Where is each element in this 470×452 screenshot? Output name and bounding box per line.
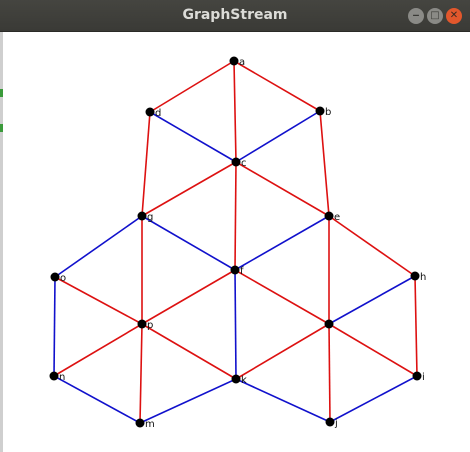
node-label-j: j <box>334 418 338 429</box>
node-m[interactable] <box>135 418 145 428</box>
edge-e-h <box>328 215 416 277</box>
node-label-c: c <box>241 158 247 169</box>
edge-c-g <box>141 161 237 217</box>
node-j[interactable] <box>325 417 335 427</box>
node-o[interactable] <box>50 272 60 282</box>
edge-f-l <box>234 269 330 325</box>
edge-j-i <box>329 375 418 423</box>
node-label-a: a <box>239 57 245 68</box>
minimize-button[interactable]: ‒ <box>408 8 424 24</box>
close-button[interactable]: ✕ <box>446 8 462 24</box>
node-label-o: o <box>60 273 66 284</box>
node-label-h: h <box>420 272 426 283</box>
node-e[interactable] <box>324 211 334 221</box>
edge-o-p <box>54 276 143 325</box>
edge-a-d <box>149 60 235 113</box>
edge-p-n <box>53 323 143 377</box>
node-label-b: b <box>325 107 331 118</box>
edge-n-m <box>53 375 141 424</box>
edge-c-f <box>234 161 237 271</box>
edge-c-e <box>235 161 330 217</box>
edge-m-k <box>139 378 237 424</box>
edge-a-b <box>233 60 321 112</box>
edge-h-l <box>328 275 416 325</box>
nodes-layer: a b c d e f g h i j k m n o p <box>49 56 426 430</box>
edge-f-k <box>234 269 237 380</box>
node-label-i: i <box>422 372 425 383</box>
edge-l-k <box>235 323 330 380</box>
node-p[interactable] <box>137 319 147 329</box>
node-label-n: n <box>59 372 65 383</box>
node-n[interactable] <box>49 371 59 381</box>
edge-k-j <box>235 378 331 423</box>
node-label-p: p <box>147 320 153 331</box>
node-f[interactable] <box>230 265 240 275</box>
node-c[interactable] <box>231 157 241 167</box>
node-label-e: e <box>334 212 340 223</box>
edge-b-e <box>319 110 330 217</box>
node-label-g: g <box>147 212 153 223</box>
node-label-m: m <box>145 419 155 430</box>
edge-l-i <box>328 323 418 377</box>
edge-e-f <box>234 215 330 271</box>
node-label-d: d <box>155 108 161 119</box>
edge-f-p <box>141 269 236 325</box>
graph-canvas[interactable]: a b c d e f g h i j k m n o p <box>0 32 470 452</box>
edge-d-g <box>141 111 151 217</box>
edge-g-o <box>54 215 143 278</box>
node-k[interactable] <box>231 374 241 384</box>
maximize-button[interactable]: □ <box>427 8 443 24</box>
node-label-k: k <box>241 375 247 386</box>
node-l[interactable] <box>324 319 334 329</box>
node-h[interactable] <box>410 271 420 281</box>
edge-g-f <box>141 215 236 271</box>
node-g[interactable] <box>137 211 147 221</box>
node-a[interactable] <box>229 56 239 66</box>
node-i[interactable] <box>412 371 422 381</box>
edge-o-n <box>53 276 56 377</box>
edges-layer <box>53 60 418 424</box>
node-label-f: f <box>240 266 244 277</box>
edge-l-j <box>328 323 331 423</box>
edge-p-k <box>141 323 237 380</box>
node-d[interactable] <box>145 107 155 117</box>
edge-p-m <box>139 323 143 424</box>
edge-d-c <box>149 111 237 163</box>
node-b[interactable] <box>315 106 325 116</box>
window-title: GraphStream <box>182 7 288 23</box>
title-bar[interactable]: GraphStream ‒ □ ✕ <box>0 0 470 32</box>
edge-b-c <box>235 110 321 163</box>
app-window: GraphStream ‒ □ ✕ a b c d e f g h i j k m n o p <box>0 0 470 452</box>
edge-h-i <box>414 275 418 377</box>
edge-a-c <box>233 60 237 163</box>
